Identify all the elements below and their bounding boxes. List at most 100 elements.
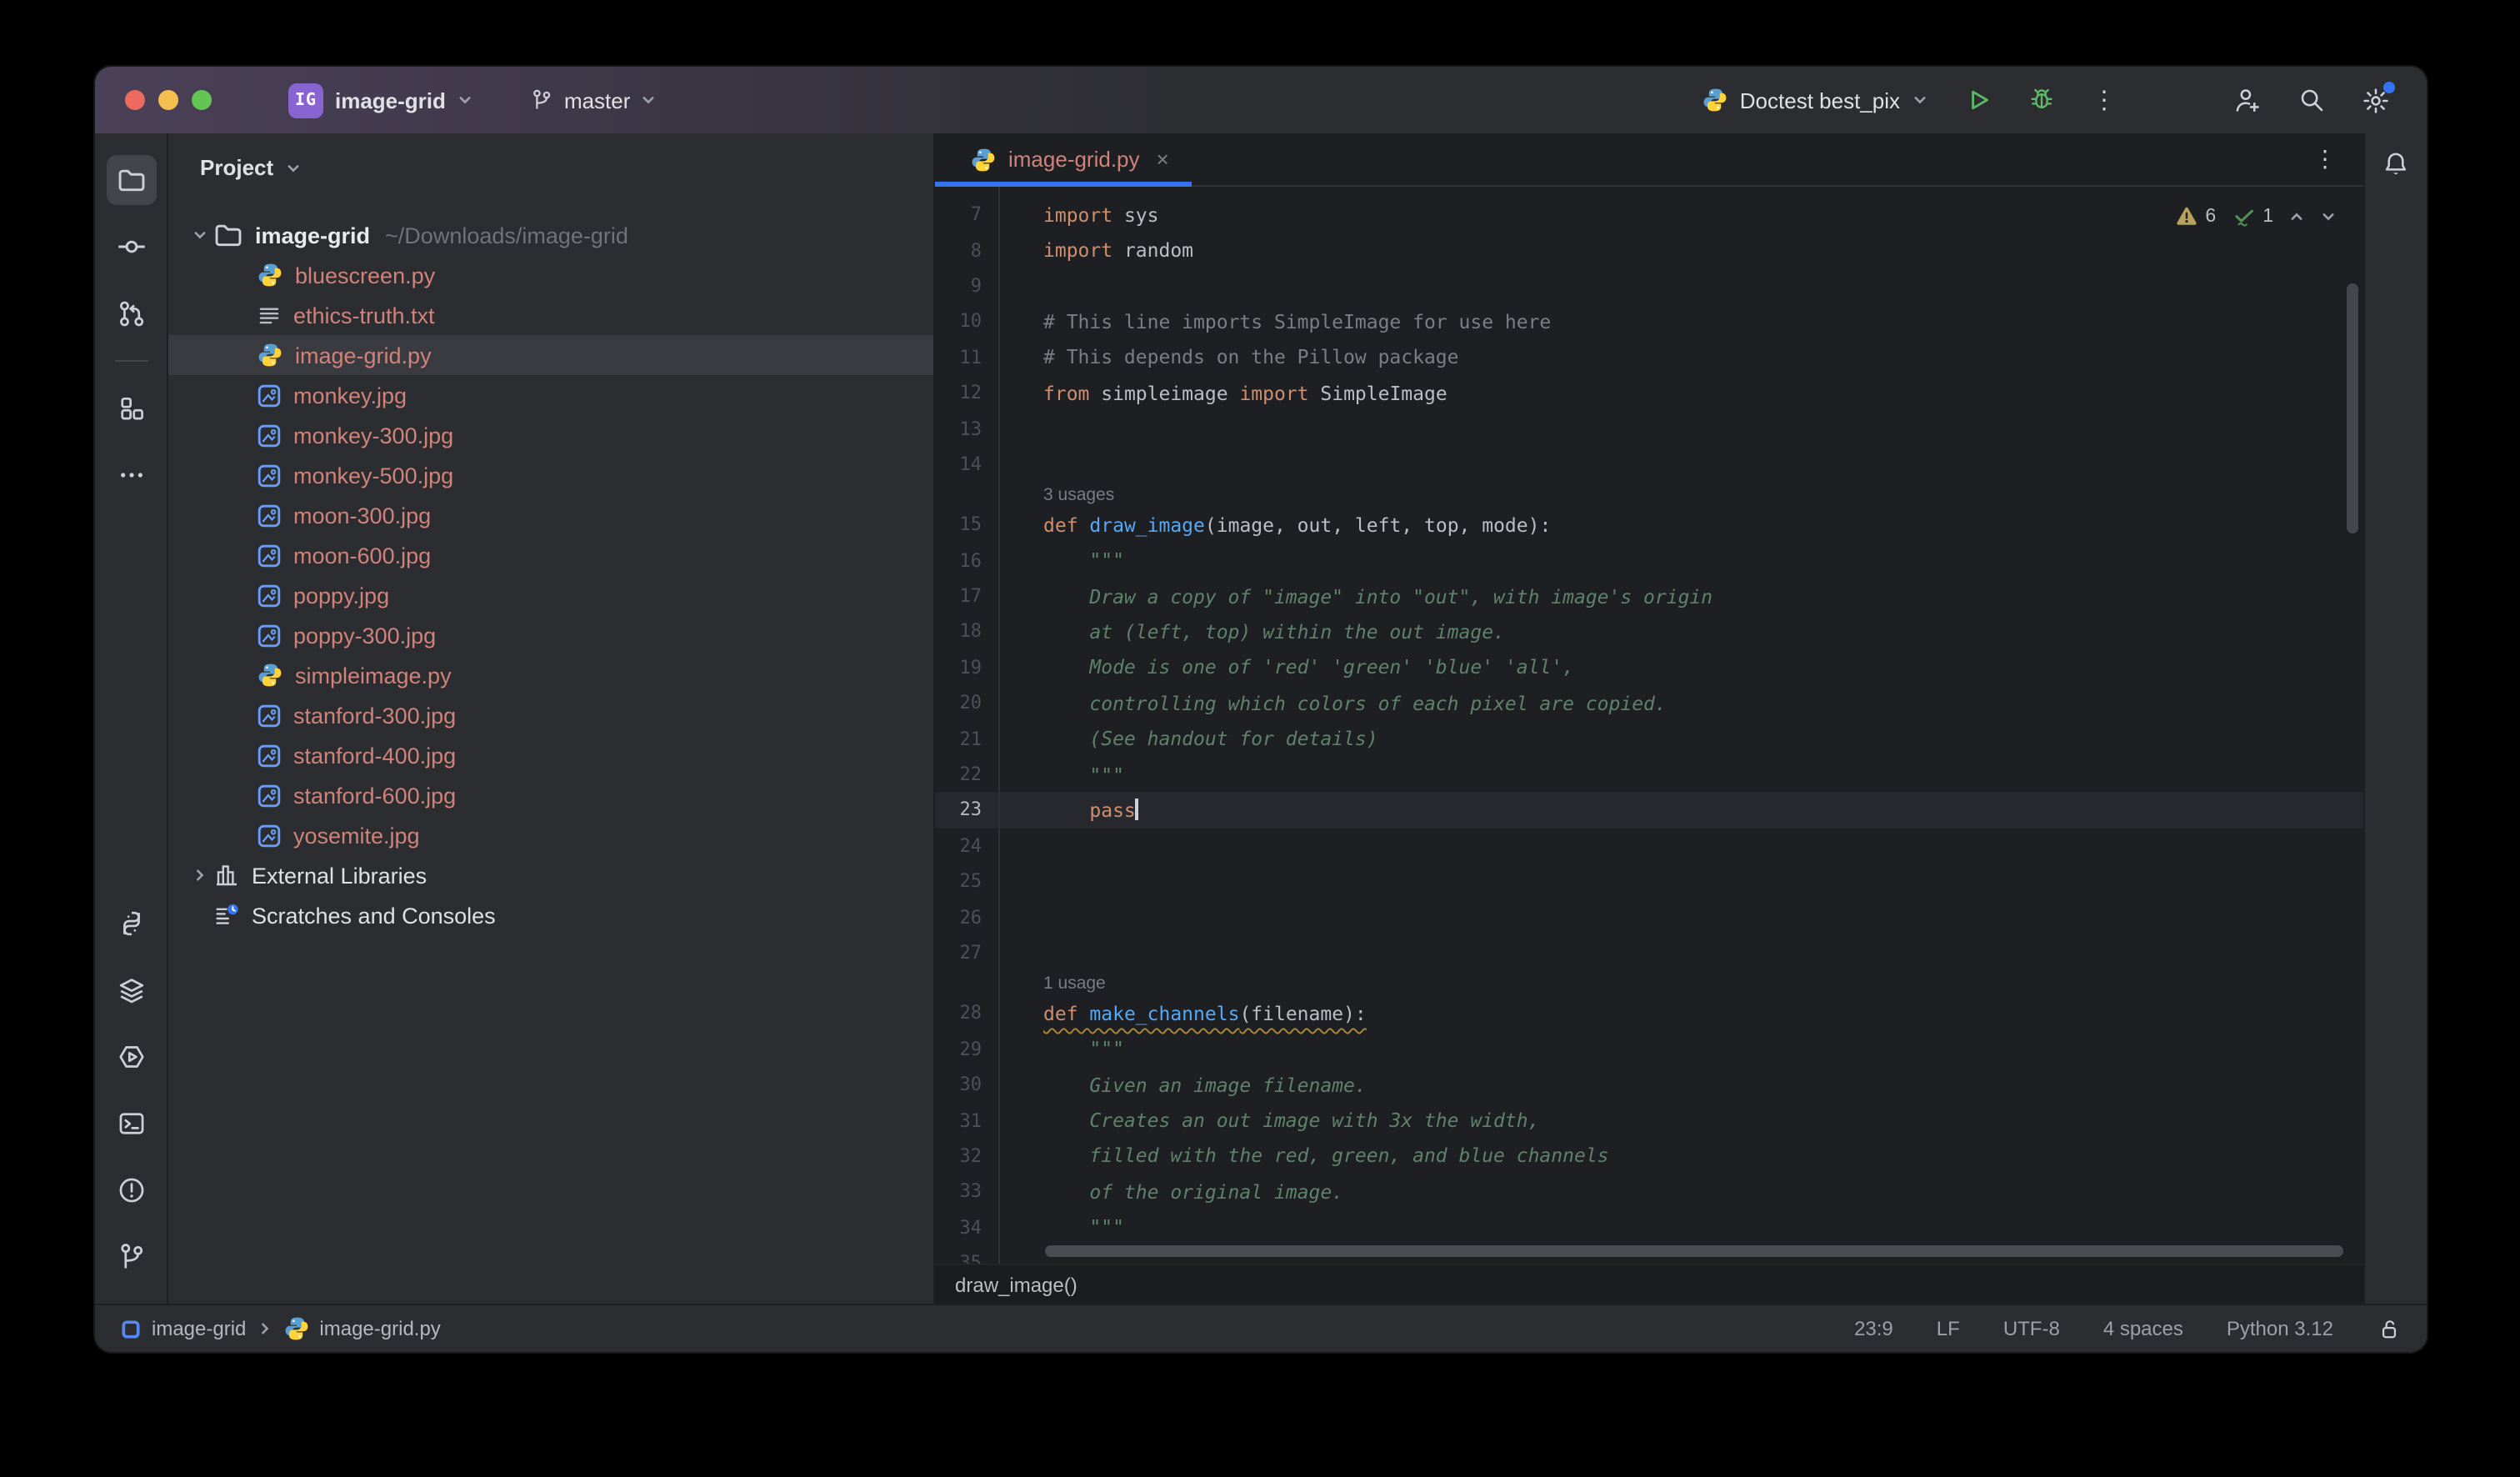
settings-button[interactable] — [2362, 81, 2395, 114]
code-line-16[interactable]: 16 """ — [935, 543, 2363, 578]
status-item-encoding[interactable]: UTF-8 — [2003, 1317, 2060, 1340]
lock-open-icon[interactable] — [2377, 1316, 2402, 1341]
branch-widget[interactable]: master — [531, 88, 657, 113]
next-issue-button[interactable] — [2320, 208, 2337, 224]
toolwindow-version-control-button[interactable] — [106, 1232, 156, 1282]
tree-row[interactable]: bluescreen.py — [168, 255, 933, 295]
toolwindow-structure-button[interactable] — [106, 383, 156, 433]
tree-row[interactable]: Scratches and Consoles — [168, 895, 933, 935]
tree-row[interactable]: monkey-500.jpg — [168, 455, 933, 495]
status-file[interactable]: image-grid.py — [319, 1317, 440, 1340]
toolwindow-problems-button[interactable] — [106, 1165, 156, 1215]
code-line-14[interactable]: 14 — [935, 446, 2363, 482]
code-line-19[interactable]: 19 Mode is one of 'red' 'green' 'blue' '… — [935, 649, 2363, 685]
notifications-bell-icon[interactable] — [2382, 150, 2410, 178]
horizontal-scrollbar[interactable] — [1045, 1245, 2343, 1257]
code-line-30[interactable]: 30 Given an image filename. — [935, 1067, 2363, 1103]
code-line-23[interactable]: 23 pass — [935, 792, 2363, 829]
tree-row[interactable]: stanford-300.jpg — [168, 695, 933, 735]
code-line-7[interactable]: 7 import sys — [935, 197, 2363, 233]
run-configuration[interactable]: Doctest best_pix — [1702, 87, 1928, 113]
code-line-17[interactable]: 17 Draw a copy of "image" into "out", wi… — [935, 578, 2363, 614]
code-line-22[interactable]: 22 """ — [935, 757, 2363, 793]
toolwindow-project-button[interactable] — [106, 155, 156, 205]
tree-row[interactable]: poppy.jpg — [168, 575, 933, 615]
toolwindow-python-packages-button[interactable] — [106, 899, 156, 949]
prev-issue-button[interactable] — [2288, 208, 2305, 224]
image-file-icon — [257, 543, 282, 568]
code-line-28[interactable]: 28 def make_channels(filename): — [935, 995, 2363, 1031]
code-line-24[interactable]: 24 — [935, 828, 2363, 864]
code-line-10[interactable]: 10 # This line imports SimpleImage for us… — [935, 303, 2363, 339]
toolwindow-commit-button[interactable] — [106, 222, 156, 272]
status-item-interpreter[interactable]: Python 3.12 — [2227, 1317, 2333, 1340]
zoom-button[interactable] — [192, 90, 212, 110]
status-project[interactable]: image-grid — [152, 1317, 246, 1340]
tree-row[interactable]: stanford-600.jpg — [168, 775, 933, 815]
tree-row[interactable]: monkey.jpg — [168, 375, 933, 415]
more-actions-button[interactable]: ⋮ — [2092, 88, 2117, 113]
add-user-button[interactable] — [2233, 86, 2262, 114]
tab-options-button[interactable]: ⋮ — [2313, 145, 2363, 173]
project-panel-header[interactable]: Project — [168, 133, 933, 180]
debug-button[interactable] — [2028, 87, 2055, 113]
line-number: 19 — [959, 656, 982, 678]
status-item-indent[interactable]: 4 spaces — [2103, 1317, 2183, 1340]
breadcrumb-function[interactable]: draw_image() — [955, 1273, 1078, 1296]
tree-row[interactable]: External Libraries — [168, 855, 933, 895]
code-line-27[interactable]: 27 — [935, 935, 2363, 971]
project-widget[interactable]: IG image-grid — [288, 83, 474, 118]
code-line-32[interactable]: 32 filled with the red, green, and blue … — [935, 1139, 2363, 1174]
tree-row[interactable]: simpleimage.py — [168, 655, 933, 695]
toolwindow-python-console-button[interactable] — [106, 965, 156, 1015]
code-text: pass — [1043, 799, 1135, 822]
tree-row[interactable]: yosemite.jpg — [168, 815, 933, 855]
tree-row[interactable]: moon-300.jpg — [168, 495, 933, 535]
code-line-25[interactable]: 25 — [935, 864, 2363, 899]
tree-node-label: External Libraries — [252, 863, 428, 888]
tree-row[interactable]: monkey-300.jpg — [168, 415, 933, 455]
code-line-34[interactable]: 34 """ — [935, 1209, 2363, 1245]
chevron-down-icon[interactable] — [187, 227, 213, 243]
toolwindow-terminal-button[interactable] — [106, 1099, 156, 1149]
status-item-line-ending[interactable]: LF — [1937, 1317, 1960, 1340]
toolwindow-pull-requests-button[interactable] — [106, 288, 156, 338]
status-item-caret-position[interactable]: 23:9 — [1854, 1317, 1893, 1340]
code-line-11[interactable]: 11 # This depends on the Pillow package — [935, 339, 2363, 375]
code-line-33[interactable]: 33 of the original image. — [935, 1174, 2363, 1209]
tree-file-label: monkey.jpg — [293, 383, 408, 408]
toolwindow-more-tool-windows-button[interactable] — [106, 450, 156, 500]
editor-tab[interactable]: image-grid.py × — [935, 133, 1193, 187]
code-line-21[interactable]: 21 (See handout for details) — [935, 721, 2363, 757]
code-line-8[interactable]: 8 import random — [935, 233, 2363, 268]
code-line-29[interactable]: 29 """ — [935, 1031, 2363, 1067]
run-button[interactable] — [1965, 87, 1992, 113]
warnings-group[interactable]: 6 — [2175, 204, 2216, 228]
code-line-26[interactable]: 26 — [935, 899, 2363, 935]
usages-hint[interactable]: 1 usage — [1043, 973, 1106, 993]
code-editor[interactable]: 7 import sys 8 import random 9 10 # This line … — [935, 187, 2363, 1264]
minimize-button[interactable] — [158, 90, 178, 110]
tree-row[interactable]: ethics-truth.txt — [168, 295, 933, 335]
code-line-13[interactable]: 13 — [935, 411, 2363, 447]
close-button[interactable] — [125, 90, 145, 110]
usages-hint[interactable]: 3 usages — [1043, 484, 1114, 504]
tree-row[interactable]: moon-600.jpg — [168, 535, 933, 575]
code-line-20[interactable]: 20 controlling which colors of each pixe… — [935, 685, 2363, 721]
code-line-15[interactable]: 15 def draw_image(image, out, left, top, … — [935, 507, 2363, 543]
tree-row[interactable]: poppy-300.jpg — [168, 615, 933, 655]
chevron-right-icon[interactable] — [187, 867, 213, 884]
search-button[interactable] — [2298, 87, 2325, 113]
vertical-scrollbar[interactable] — [2347, 283, 2358, 533]
inspections-widget[interactable]: 6 1 — [2175, 203, 2337, 228]
code-line-31[interactable]: 31 Creates an out image with 3x the widt… — [935, 1103, 2363, 1139]
passed-group[interactable]: 1 — [2231, 203, 2273, 228]
toolwindow-services-button[interactable] — [106, 1032, 156, 1082]
code-line-18[interactable]: 18 at (left, top) within the out image. — [935, 614, 2363, 650]
code-line-9[interactable]: 9 — [935, 268, 2363, 304]
close-tab-icon[interactable]: × — [1157, 147, 1169, 172]
tree-row[interactable]: stanford-400.jpg — [168, 735, 933, 775]
tree-row[interactable]: image-grid.py — [168, 335, 933, 375]
code-line-12[interactable]: 12 from simpleimage import SimpleImage — [935, 375, 2363, 411]
tree-row[interactable]: image-grid ~/Downloads/image-grid — [168, 215, 933, 255]
